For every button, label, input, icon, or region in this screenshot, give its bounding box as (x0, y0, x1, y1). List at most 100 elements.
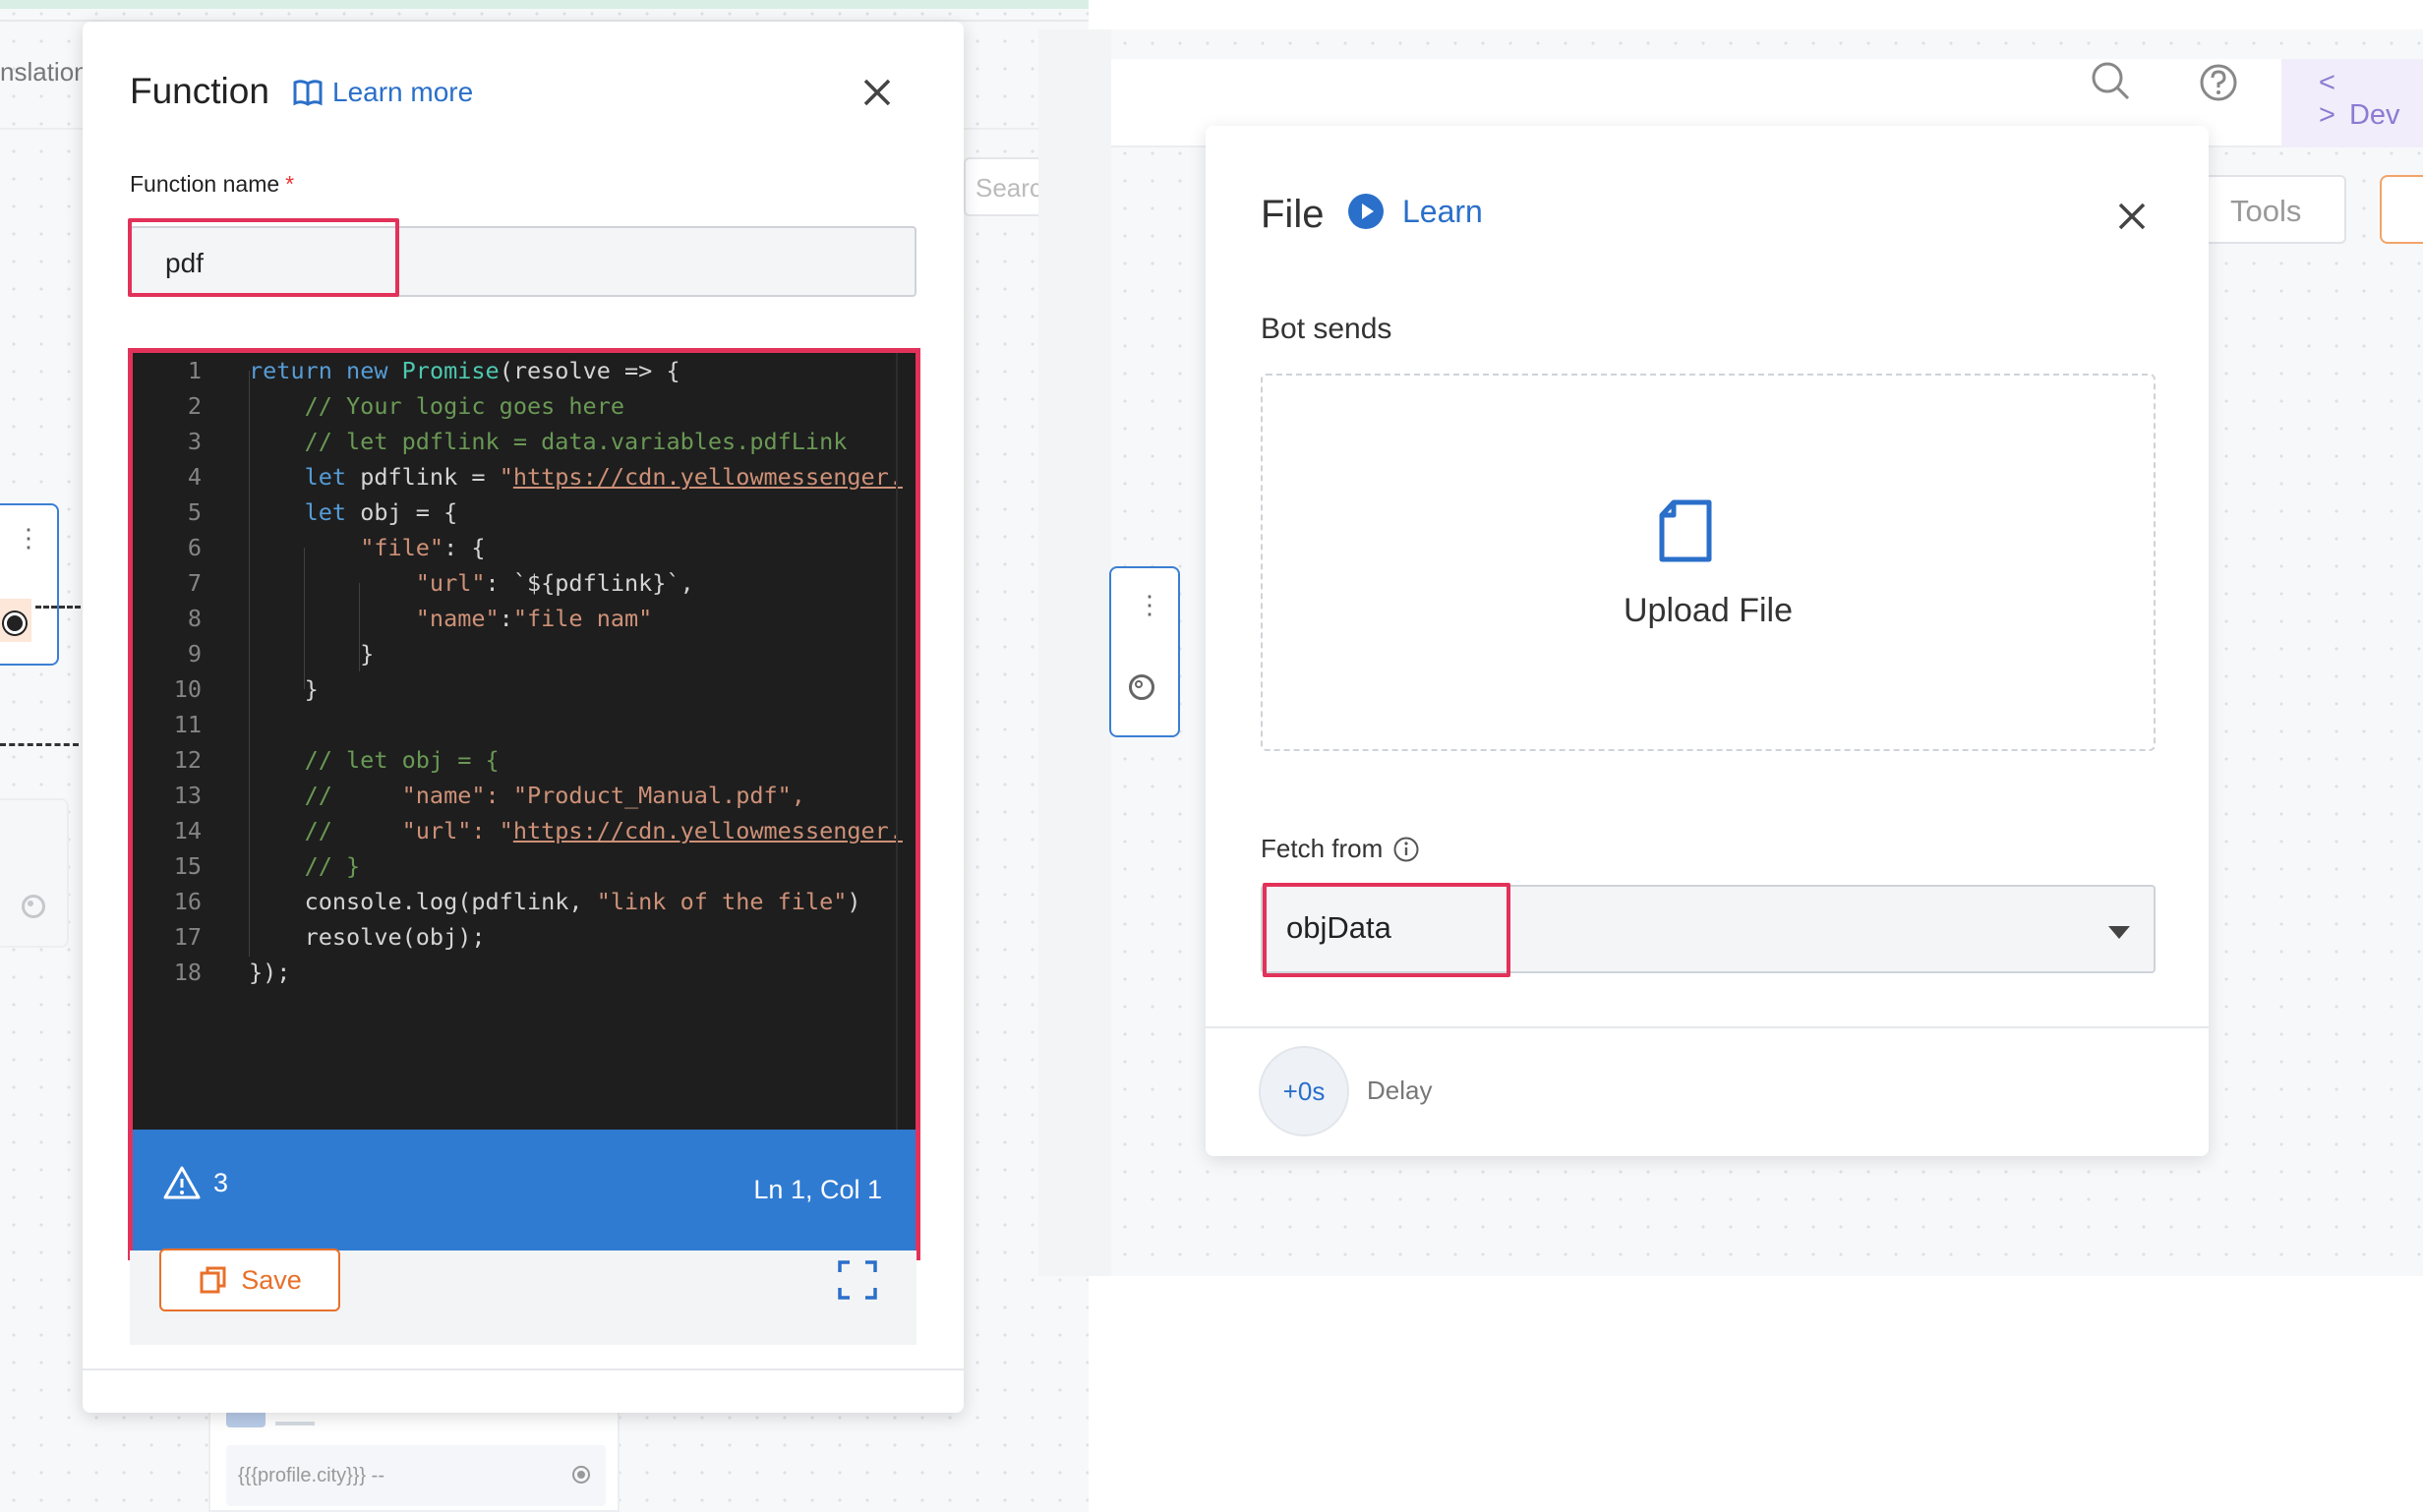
play-circle-icon (1348, 194, 1384, 229)
code-line: 5 let obj = { (133, 494, 916, 530)
line-number: 1 (187, 357, 202, 384)
line-number: 4 (187, 463, 202, 491)
save-button-label: Save (241, 1264, 302, 1295)
code-line: 9 } (133, 636, 916, 671)
top-banner-strip (0, 0, 1089, 9)
delay-label: Delay (1367, 1076, 1433, 1105)
search-icon[interactable] (2089, 59, 2132, 102)
node-port-icon[interactable] (22, 895, 45, 918)
warning-count-label: 3 (213, 1167, 229, 1197)
panel-gutter (1038, 29, 1111, 1276)
developer-tab[interactable]: < > Dev (2281, 59, 2423, 147)
book-icon (293, 80, 323, 106)
line-number: 12 (173, 746, 202, 774)
line-number: 7 (187, 569, 202, 597)
line-number: 15 (173, 852, 202, 880)
upload-file-label[interactable]: Upload File (1261, 592, 2156, 630)
cursor-position: Ln 1, Col 1 (753, 1175, 882, 1204)
line-number: 6 (187, 534, 202, 561)
delay-button[interactable]: +0s (1259, 1046, 1349, 1136)
line-number: 13 (173, 782, 202, 809)
caret-down-icon[interactable] (2108, 926, 2130, 939)
warning-count[interactable]: 3 (162, 1165, 228, 1200)
code-line: 10 } (133, 671, 916, 707)
code-line: 11 (133, 707, 916, 742)
fetch-from-text: Fetch from (1261, 834, 1384, 863)
variable-field[interactable]: {{{profile.city}}} -- (226, 1445, 606, 1506)
code-line: 12 // let obj = { (133, 742, 916, 778)
code-line: 14 // "url": "https://cdn.yellowmessenge… (133, 813, 916, 848)
code-line: 6 "file": { (133, 530, 916, 565)
code-line: 13 // "name": "Product_Manual.pdf", (133, 778, 916, 813)
function-name-label-text: Function name (130, 171, 280, 197)
code-icon: < > (2319, 67, 2335, 131)
fetch-from-label: Fetch from (1261, 834, 1420, 864)
function-name-label: Function name * (130, 171, 294, 198)
file-modal-title: File (1261, 193, 1325, 236)
code-line: 2 // Your logic goes here (133, 388, 916, 424)
line-number: 10 (173, 675, 202, 703)
line-number: 11 (173, 711, 202, 738)
code-area[interactable]: 1 return new Promise(resolve => { 2 // Yo… (133, 353, 916, 1130)
copy-icon (200, 1266, 226, 1294)
target-icon[interactable] (572, 1466, 590, 1483)
annotation-highlight (128, 218, 399, 297)
close-icon[interactable] (856, 71, 899, 114)
function-modal: Function Learn more Function name * pdf 1… (83, 22, 964, 1413)
required-marker: * (285, 171, 295, 197)
developer-tab-label: Dev (2348, 99, 2400, 131)
code-line: 16 console.log(pdflink, "link of the fil… (133, 884, 916, 919)
learn-more-link[interactable]: Learn more (293, 77, 473, 108)
modal-divider (83, 1368, 964, 1370)
line-number: 8 (187, 605, 202, 632)
info-icon[interactable] (1392, 836, 1420, 863)
fullscreen-icon[interactable] (836, 1258, 879, 1302)
modal-divider (1206, 1026, 2209, 1028)
canvas-search-input[interactable]: Searc (964, 157, 1042, 216)
code-line: 17 resolve(obj); (133, 919, 916, 955)
function-modal-title: Function (130, 71, 269, 111)
line-number: 18 (173, 959, 202, 986)
learn-more-label[interactable]: Learn more (332, 77, 473, 108)
annotation-highlight (1263, 883, 1510, 977)
flow-node[interactable] (0, 798, 69, 948)
kebab-menu-icon[interactable]: ⋮ (1137, 590, 1162, 620)
file-modal: File Learn Bot sends Upload File Fetch f… (1206, 126, 2209, 1156)
code-line: 1 return new Promise(resolve => { (133, 353, 916, 388)
line-number: 14 (173, 817, 202, 844)
node-chip-line (275, 1422, 315, 1425)
file-icon[interactable] (1656, 499, 1715, 562)
code-line: 7 "url": `${pdflink}`, (133, 565, 916, 601)
code-line: 3 // let pdflink = data.variables.pdfLin… (133, 424, 916, 459)
flow-node[interactable]: ⋮ (1109, 566, 1180, 737)
flow-node[interactable]: ⋮ (0, 503, 59, 666)
upload-dropzone[interactable] (1261, 374, 2156, 751)
line-number: 5 (187, 498, 202, 526)
editor-status-bar: 3 Ln 1, Col 1 (133, 1130, 916, 1255)
code-line: 4 let pdflink = "https://cdn.yellowmesse… (133, 459, 916, 494)
learn-link[interactable]: Learn (1347, 193, 1483, 230)
target-icon[interactable] (1129, 674, 1154, 700)
save-button[interactable]: Save (159, 1249, 340, 1311)
node-connector (35, 606, 81, 609)
code-line: 8 "name":"file nam" (133, 601, 916, 636)
translation-tab[interactable]: nslation (0, 57, 89, 87)
code-line: 15 // } (133, 848, 916, 884)
kebab-menu-icon[interactable]: ⋮ (16, 523, 41, 553)
line-number: 3 (187, 428, 202, 455)
line-number: 16 (173, 888, 202, 915)
editor-ruler (896, 353, 898, 1130)
close-icon[interactable] (2110, 195, 2154, 238)
line-number: 2 (187, 392, 202, 420)
code-editor[interactable]: 1 return new Promise(resolve => { 2 // Yo… (128, 348, 920, 1260)
bot-sends-label: Bot sends (1261, 313, 1392, 345)
warning-icon (163, 1166, 201, 1199)
code-line: 18}); (133, 955, 916, 990)
learn-label[interactable]: Learn (1402, 194, 1483, 230)
line-number: 17 (173, 923, 202, 951)
node-output-port[interactable] (0, 599, 31, 642)
line-number: 9 (187, 640, 202, 668)
help-icon[interactable] (2199, 63, 2238, 102)
node-connector (0, 743, 79, 746)
publish-button[interactable] (2380, 175, 2423, 244)
